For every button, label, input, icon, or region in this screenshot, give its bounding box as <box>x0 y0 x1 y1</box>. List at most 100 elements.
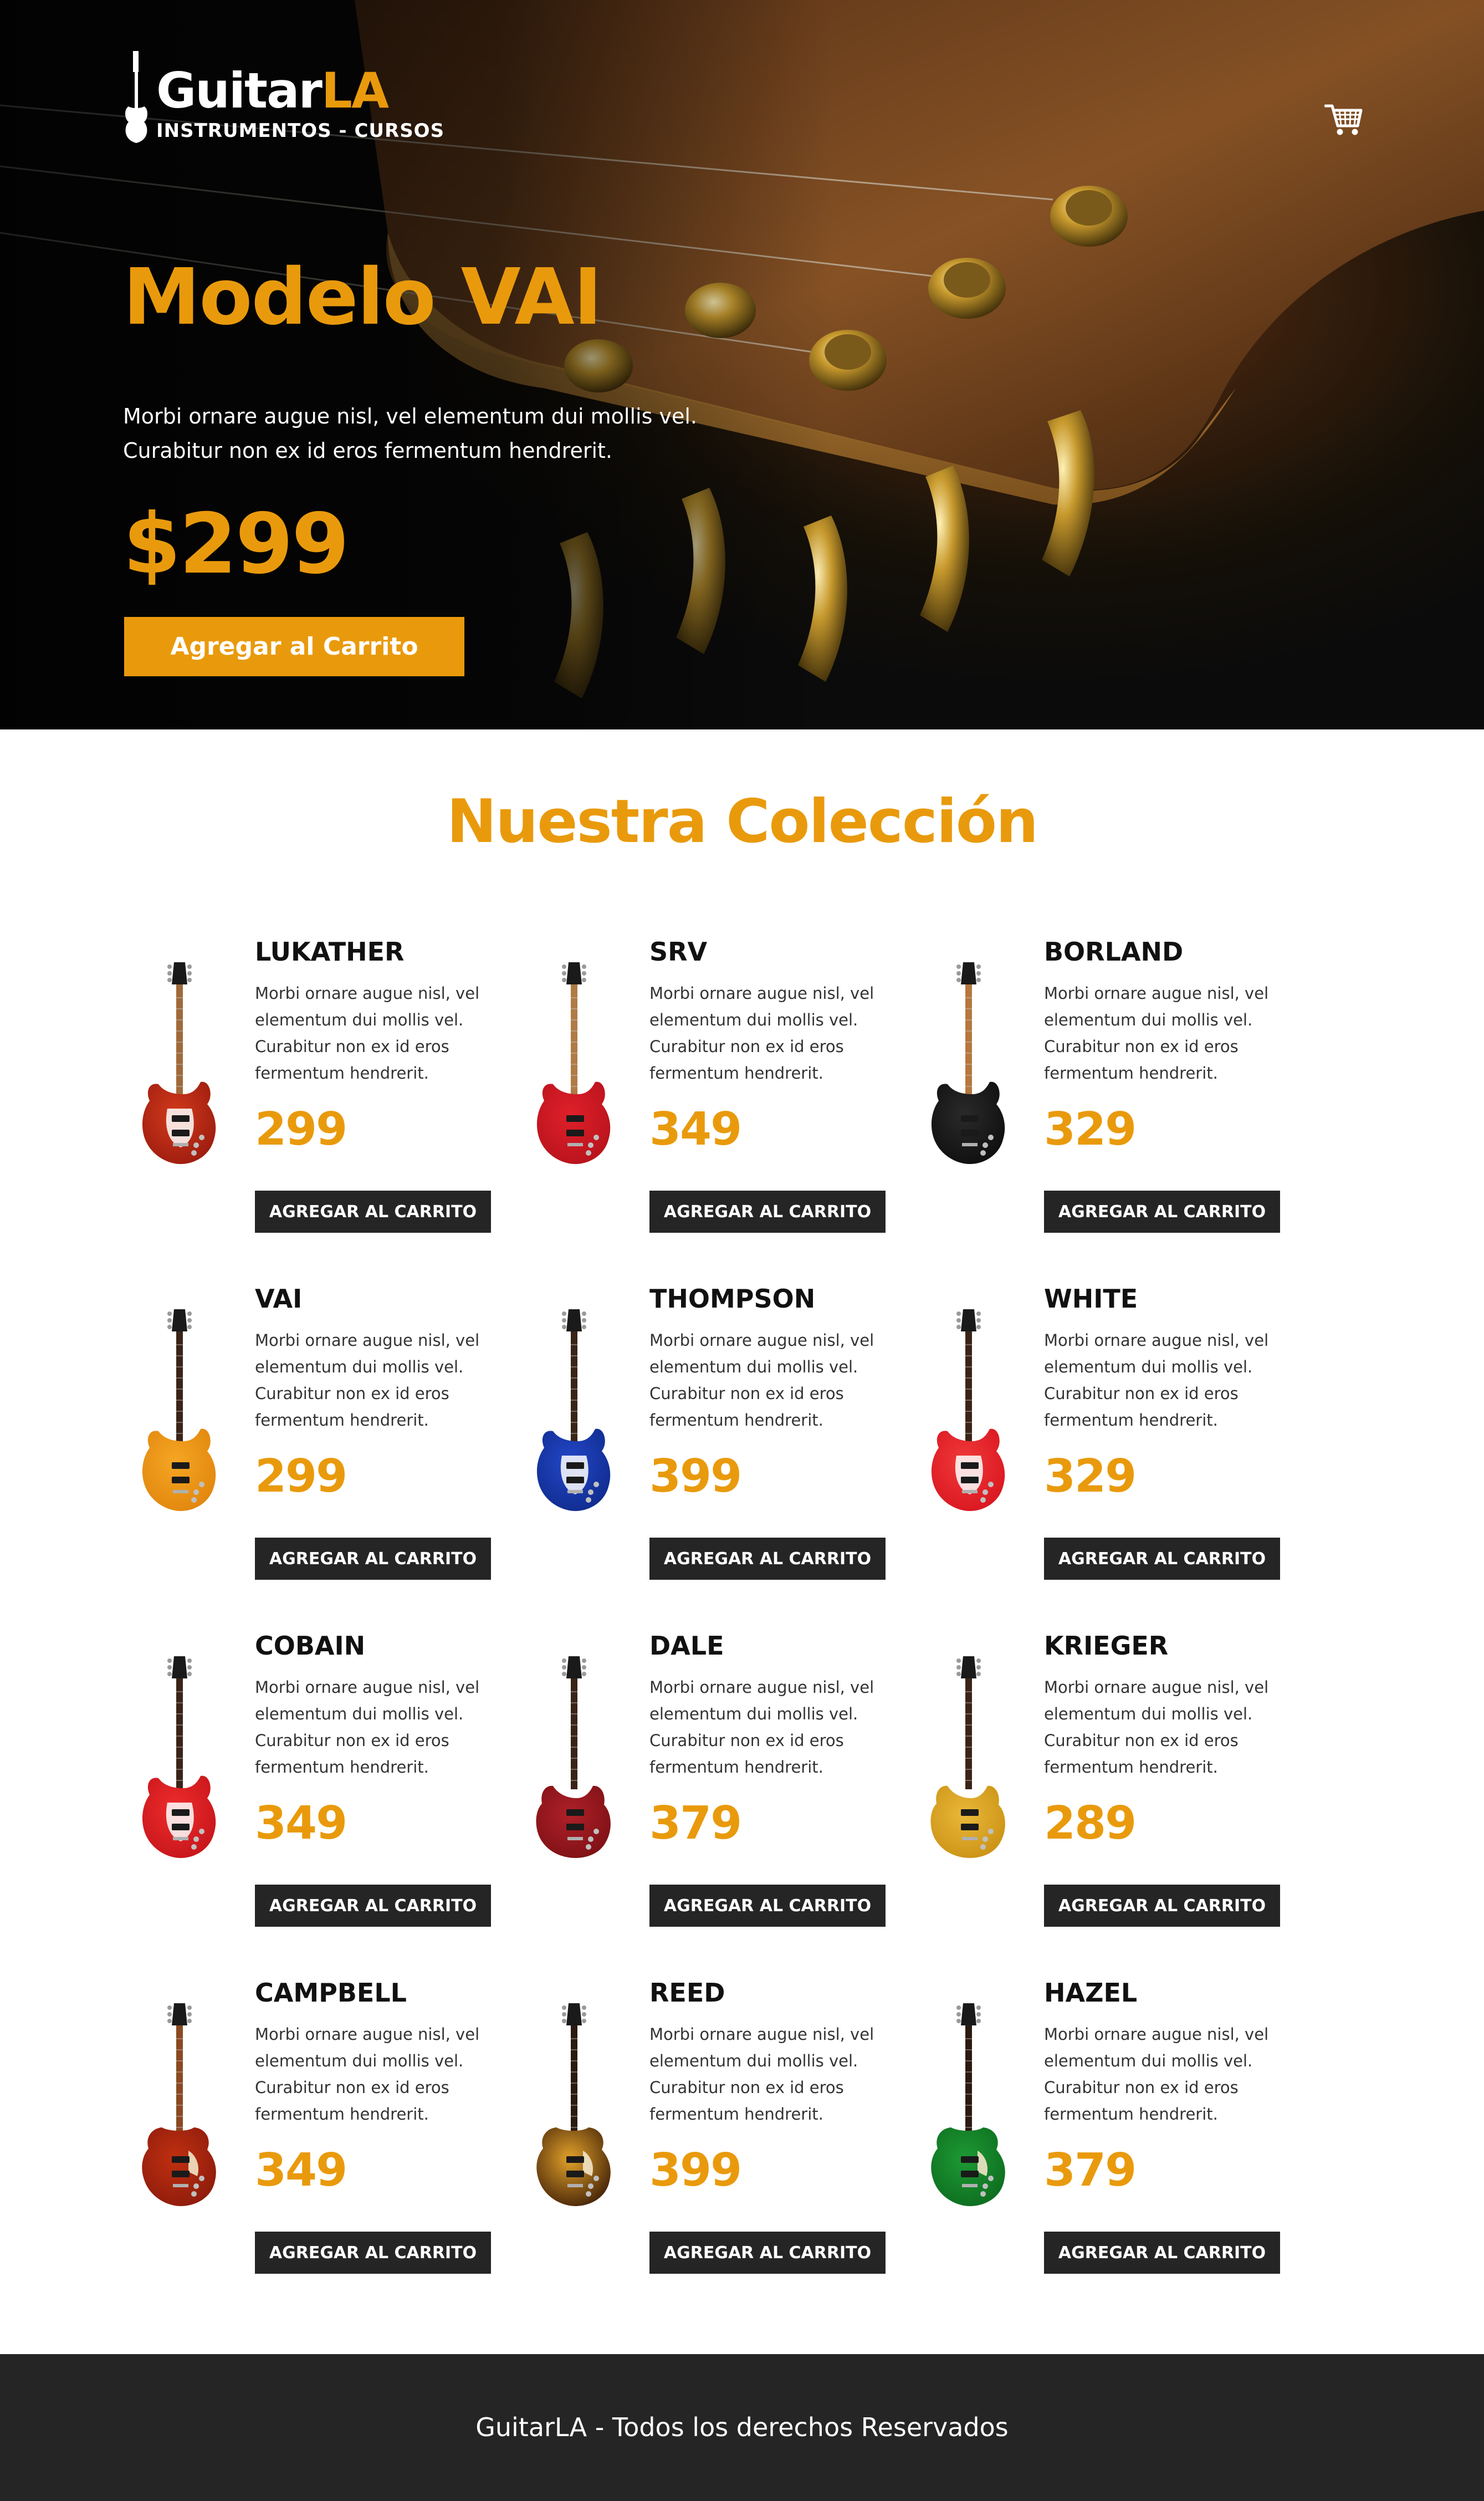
product-description-line: elementum dui mollis vel. <box>255 1704 464 1723</box>
product-description-line: Morbi ornare augue nisl, vel <box>255 1678 480 1697</box>
hero-add-to-cart-button[interactable]: Agregar al Carrito <box>124 617 464 676</box>
product-description-line: Curabitur non ex id eros <box>1044 1384 1239 1403</box>
product-name: BORLAND <box>1044 937 1184 967</box>
add-to-cart-button[interactable]: AGREGAR AL CARRITO <box>649 1191 886 1233</box>
product-description-line: fermentum hendrerit. <box>255 1758 429 1777</box>
product-description-line: Morbi ornare augue nisl, vel <box>649 1678 874 1697</box>
product-description-line: Morbi ornare augue nisl, vel <box>649 2025 874 2044</box>
guitar-image <box>931 962 1005 1164</box>
guitar-image <box>142 2003 216 2206</box>
product-description-line: Curabitur non ex id eros <box>649 1731 844 1750</box>
product-description-line: Morbi ornare augue nisl, vel <box>1044 1331 1269 1350</box>
product-name: REED <box>649 1978 725 2008</box>
guitar-image <box>536 1656 611 1858</box>
product-description-line: Morbi ornare augue nisl, vel <box>1044 2025 1269 2044</box>
product-price: 329 <box>1044 1103 1137 1156</box>
guitar-image <box>536 2003 611 2206</box>
product-description: Morbi ornare augue nisl, vel elementum du… <box>255 1327 499 1433</box>
product-description-line: Morbi ornare augue nisl, vel <box>1044 1678 1269 1697</box>
product-description-line: fermentum hendrerit. <box>1044 1411 1218 1430</box>
product-description: Morbi ornare augue nisl, vel elementum du… <box>649 1327 893 1433</box>
product-description: Morbi ornare augue nisl, vel elementum du… <box>649 980 893 1086</box>
logo[interactable]: GuitarLA INSTRUMENTOS - CURSOS <box>123 51 444 145</box>
product-price: 399 <box>649 1450 742 1503</box>
product-description: Morbi ornare augue nisl, vel elementum du… <box>1044 2021 1288 2127</box>
product-price: 299 <box>255 1450 347 1503</box>
add-to-cart-button[interactable]: AGREGAR AL CARRITO <box>649 1885 886 1927</box>
product-card: DALE Morbi ornare augue nisl, vel elementu… <box>518 1631 905 1941</box>
guitar-image <box>142 1309 216 1511</box>
logo-tagline: INSTRUMENTOS - CURSOS <box>156 120 445 142</box>
add-to-cart-button[interactable]: AGREGAR AL CARRITO <box>1044 2232 1280 2274</box>
product-description-line: elementum dui mollis vel. <box>1044 1357 1253 1376</box>
add-to-cart-button[interactable]: AGREGAR AL CARRITO <box>255 1191 491 1233</box>
guitar-image <box>536 962 611 1164</box>
product-description-line: Curabitur non ex id eros <box>1044 1037 1239 1056</box>
product-description: Morbi ornare augue nisl, vel elementum du… <box>1044 1327 1288 1433</box>
product-description-line: fermentum hendrerit. <box>1044 2105 1218 2124</box>
guitar-image <box>930 1656 1005 1858</box>
product-description-line: elementum dui mollis vel. <box>649 1704 858 1723</box>
footer: GuitarLA - Todos los derechos Reservados <box>0 2354 1484 2501</box>
product-description-line: elementum dui mollis vel. <box>1044 1010 1253 1029</box>
product-description-line: Morbi ornare augue nisl, vel <box>649 984 874 1003</box>
product-name: KRIEGER <box>1044 1631 1169 1661</box>
add-to-cart-button[interactable]: AGREGAR AL CARRITO <box>255 1885 491 1927</box>
product-description: Morbi ornare augue nisl, vel elementum du… <box>255 1674 499 1780</box>
product-name: THOMPSON <box>649 1284 816 1314</box>
product-description: Morbi ornare augue nisl, vel elementum du… <box>1044 1674 1288 1780</box>
product-description: Morbi ornare augue nisl, vel elementum du… <box>255 2021 499 2127</box>
product-card: COBAIN Morbi ornare augue nisl, vel elemen… <box>123 1631 511 1941</box>
hero-description: Morbi ornare augue nisl, vel elementum d… <box>123 399 697 468</box>
product-description-line: Morbi ornare augue nisl, vel <box>255 2025 480 2044</box>
product-description-line: Morbi ornare augue nisl, vel <box>255 984 480 1003</box>
product-description-line: fermentum hendrerit. <box>649 1758 823 1777</box>
add-to-cart-button[interactable]: AGREGAR AL CARRITO <box>1044 1538 1280 1580</box>
product-description-line: elementum dui mollis vel. <box>255 2051 464 2070</box>
product-price: 349 <box>255 1797 347 1850</box>
product-description-line: fermentum hendrerit. <box>1044 1758 1218 1777</box>
product-description-line: fermentum hendrerit. <box>1044 1064 1218 1083</box>
product-price: 349 <box>649 1103 742 1156</box>
add-to-cart-button[interactable]: AGREGAR AL CARRITO <box>255 1538 491 1580</box>
footer-copyright: GuitarLA - Todos los derechos Reservados <box>475 2412 1009 2442</box>
product-description-line: Morbi ornare augue nisl, vel <box>255 1331 480 1350</box>
product-description-line: Morbi ornare augue nisl, vel <box>1044 984 1269 1003</box>
product-description-line: elementum dui mollis vel. <box>1044 2051 1253 2070</box>
product-description: Morbi ornare augue nisl, vel elementum du… <box>649 1674 893 1780</box>
guitar-image <box>142 1656 216 1858</box>
product-description: Morbi ornare augue nisl, vel elementum du… <box>255 980 499 1086</box>
add-to-cart-button[interactable]: AGREGAR AL CARRITO <box>649 1538 886 1580</box>
cart-icon[interactable] <box>1324 103 1363 137</box>
add-to-cart-button[interactable]: AGREGAR AL CARRITO <box>649 2232 886 2274</box>
product-description-line: elementum dui mollis vel. <box>649 2051 858 2070</box>
product-description-line: Curabitur non ex id eros <box>649 1384 844 1403</box>
product-name: SRV <box>649 937 708 967</box>
product-price: 349 <box>255 2144 347 2197</box>
product-name: DALE <box>649 1631 724 1661</box>
product-description-line: Curabitur non ex id eros <box>649 2078 844 2097</box>
product-description: Morbi ornare augue nisl, vel elementum du… <box>649 2021 893 2127</box>
add-to-cart-button[interactable]: AGREGAR AL CARRITO <box>255 2232 491 2274</box>
product-card: KRIEGER Morbi ornare augue nisl, vel eleme… <box>912 1631 1300 1941</box>
add-to-cart-button[interactable]: AGREGAR AL CARRITO <box>1044 1191 1280 1233</box>
hero-title: Modelo VAI <box>123 252 602 343</box>
hero-description-line: Morbi ornare augue nisl, vel elementum d… <box>123 404 697 428</box>
product-card: SRV Morbi ornare augue nisl, vel elementum… <box>518 937 905 1247</box>
product-card: REED Morbi ornare augue nisl, vel elementu… <box>518 1978 905 2288</box>
product-name: VAI <box>255 1284 303 1314</box>
product-description-line: Curabitur non ex id eros <box>649 1037 844 1056</box>
product-description-line: fermentum hendrerit. <box>649 1064 823 1083</box>
product-description-line: Curabitur non ex id eros <box>255 1731 449 1750</box>
product-price: 379 <box>649 1797 742 1850</box>
product-description-line: Curabitur non ex id eros <box>1044 2078 1239 2097</box>
logo-wordmark: GuitarLA <box>156 67 389 115</box>
product-description-line: Curabitur non ex id eros <box>255 1037 449 1056</box>
product-price: 329 <box>1044 1450 1137 1503</box>
product-description-line: elementum dui mollis vel. <box>255 1010 464 1029</box>
product-name: LUKATHER <box>255 937 405 967</box>
hero-header: GuitarLA INSTRUMENTOS - CURSOS Modelo VA… <box>0 0 1484 729</box>
product-price: 399 <box>649 2144 742 2197</box>
add-to-cart-button[interactable]: AGREGAR AL CARRITO <box>1044 1885 1280 1927</box>
logo-text-la: LA <box>321 62 389 119</box>
